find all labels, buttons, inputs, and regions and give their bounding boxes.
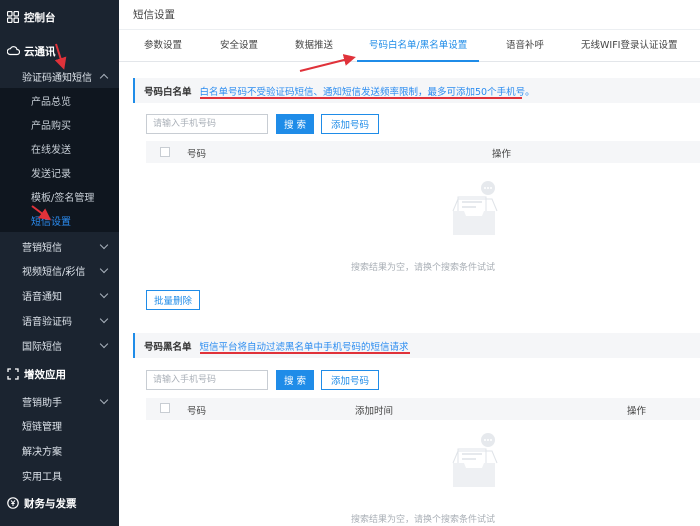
arrow-to-sms-settings	[31, 205, 52, 221]
annotation-arrows	[31, 43, 356, 221]
arrow-to-whitelist-tab	[299, 54, 356, 72]
arrow-to-sms-notify	[54, 43, 67, 70]
